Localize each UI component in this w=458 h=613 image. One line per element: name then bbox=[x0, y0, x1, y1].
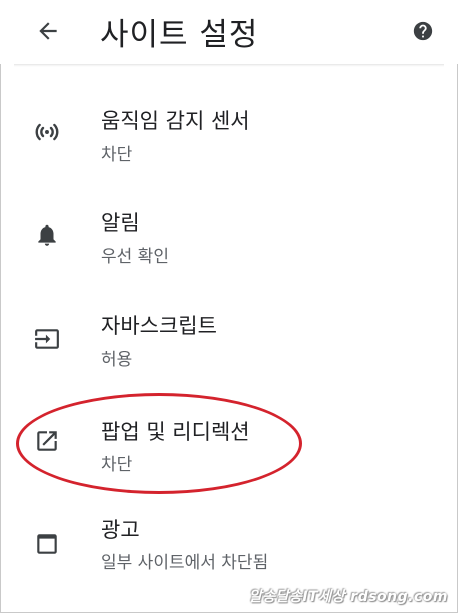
item-title: 팝업 및 리디렉션 bbox=[101, 420, 250, 444]
item-subtitle: 차단 bbox=[101, 145, 133, 165]
item-title: 자바스크립트 bbox=[101, 314, 217, 338]
setting-item-motion-sensors[interactable]: 움직임 감지 센서 차단 bbox=[0, 90, 458, 190]
item-subtitle: 차단 bbox=[101, 455, 133, 475]
setting-item-javascript[interactable]: 자바스크립트 허용 bbox=[0, 297, 458, 397]
open-in-new-icon bbox=[34, 428, 60, 454]
sensors-icon bbox=[34, 119, 60, 145]
item-title: 알림 bbox=[101, 211, 140, 235]
item-title: 움직임 감지 센서 bbox=[101, 109, 250, 133]
ad-window-icon bbox=[34, 531, 60, 557]
setting-item-popups-redirects[interactable]: 팝업 및 리디렉션 차단 bbox=[0, 399, 458, 499]
javascript-input-icon bbox=[34, 326, 60, 352]
watermark-text: 알송달송IT세상 rdsong.com bbox=[248, 589, 448, 605]
page-title: 사이트 설정 bbox=[100, 17, 259, 53]
header-divider bbox=[14, 64, 444, 67]
bell-icon bbox=[34, 222, 60, 248]
item-subtitle: 우선 확인 bbox=[101, 247, 169, 267]
help-icon[interactable] bbox=[412, 20, 434, 42]
item-subtitle: 일부 사이트에서 차단됨 bbox=[101, 553, 269, 573]
item-subtitle: 허용 bbox=[101, 350, 133, 370]
setting-item-notifications[interactable]: 알림 우선 확인 bbox=[0, 193, 458, 293]
back-arrow-icon[interactable] bbox=[35, 18, 61, 44]
app-bar: 사이트 설정 bbox=[0, 0, 458, 64]
item-title: 광고 bbox=[101, 518, 140, 542]
